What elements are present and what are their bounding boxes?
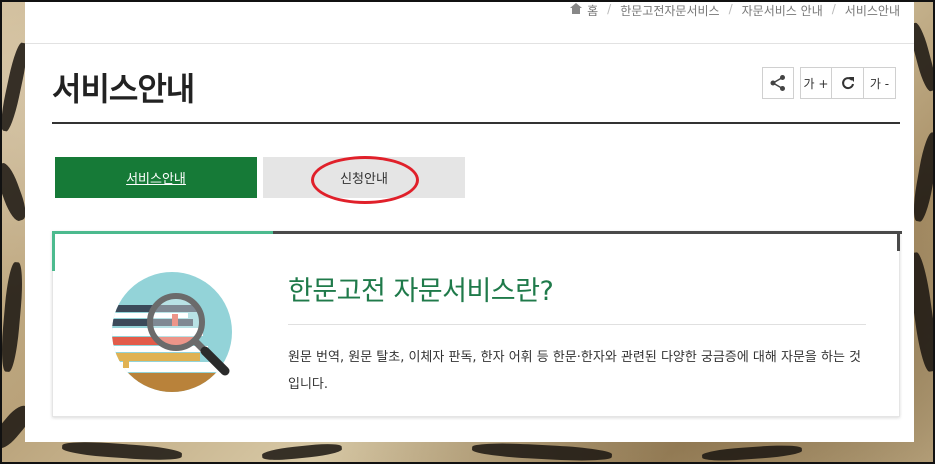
page-title: 서비스안내 <box>52 70 195 108</box>
home-icon <box>570 3 583 14</box>
font-decrease-button[interactable]: 가 - <box>864 67 896 99</box>
breadcrumb-item[interactable]: 서비스안내 <box>845 2 900 19</box>
breadcrumb-separator: / <box>831 2 836 16</box>
intro-card: 한문고전 자문서비스란? 원문 번역, 원문 탈초, 이체자 판독, 한자 어휘… <box>52 231 902 417</box>
breadcrumb-item[interactable]: 한문고전자문서비스 <box>620 2 719 19</box>
breadcrumb-separator: / <box>607 2 612 16</box>
font-increase-button[interactable]: 가 + <box>800 67 832 99</box>
title-divider <box>52 122 900 124</box>
book-magnifier-icon <box>112 272 232 392</box>
refresh-button[interactable] <box>832 67 864 99</box>
tab-service-info[interactable]: 서비스안내 <box>55 157 257 198</box>
breadcrumb-item[interactable]: 자문서비스 안내 <box>742 2 823 19</box>
window-frame: 홈 / 한문고전자문서비스 / 자문서비스 안내 / 서비스안내 서비스안내 가… <box>0 0 935 464</box>
page-tools: 가 + 가 - <box>762 67 896 99</box>
card-heading: 한문고전 자문서비스란? <box>288 276 554 307</box>
card-divider <box>288 324 866 325</box>
share-button[interactable] <box>762 67 794 99</box>
breadcrumb: 홈 / 한문고전자문서비스 / 자문서비스 안내 / 서비스안내 <box>25 2 914 44</box>
breadcrumb-separator: / <box>728 2 733 16</box>
refresh-icon <box>841 77 854 90</box>
card-description: 원문 번역, 원문 탈초, 이체자 판독, 한자 어휘 등 한문·한자와 관련된… <box>288 350 862 392</box>
tab-application-info[interactable]: 신청안내 <box>263 157 465 198</box>
tab-bar: 서비스안내 신청안내 <box>55 157 465 198</box>
font-size-controls: 가 + 가 - <box>800 67 896 99</box>
content-panel: 홈 / 한문고전자문서비스 / 자문서비스 안내 / 서비스안내 서비스안내 가… <box>25 2 914 442</box>
breadcrumb-home[interactable]: 홈 <box>587 2 598 19</box>
share-icon <box>770 75 785 91</box>
